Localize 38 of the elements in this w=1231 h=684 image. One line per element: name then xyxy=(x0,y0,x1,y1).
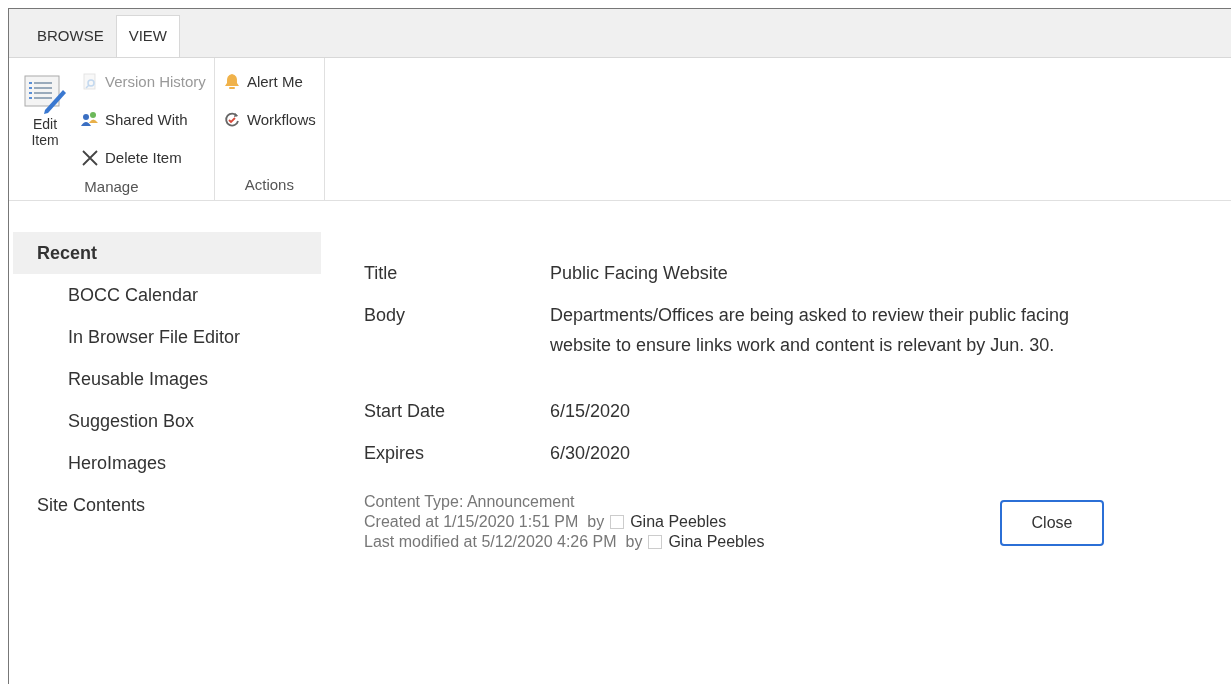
ribbon-button[interactable]: Workflows xyxy=(220,102,318,138)
group-label: Actions xyxy=(243,174,295,195)
field-label: Body xyxy=(364,304,407,327)
ribbon-tab[interactable]: BROWSE xyxy=(25,15,116,57)
nav-link[interactable]: Reusable Images xyxy=(13,358,321,400)
nav-link[interactable]: In Browser File Editor xyxy=(13,316,321,358)
nav-link[interactable]: Suggestion Box xyxy=(13,400,321,442)
ribbon-button[interactable]: Delete Item xyxy=(79,140,208,176)
group-label: Manage xyxy=(83,177,140,197)
field-value: Departments/Offices are being asked to review their public facing website to ensure links work and content is relevant by Jun. 30. xyxy=(550,304,1070,357)
document-search-icon xyxy=(81,73,99,91)
content-type-text: Content Type: Announcement xyxy=(364,492,576,512)
timestamp-text: Created at 1/15/2020 1:51 PM by xyxy=(364,512,605,532)
x-icon xyxy=(81,149,99,167)
nav-link[interactable]: Site Contents xyxy=(13,484,321,526)
nav-link[interactable]: HeroImages xyxy=(13,442,321,484)
nav-link[interactable]: Recent xyxy=(13,232,321,274)
user-link[interactable]: Gina Peebles xyxy=(668,532,765,552)
timestamp-text: Last modified at 5/12/2020 4:26 PM by xyxy=(364,532,643,552)
user-presence-icon xyxy=(610,515,625,529)
bell-icon xyxy=(222,73,241,91)
people-icon xyxy=(81,111,99,129)
field-label: Expires xyxy=(364,442,426,465)
close-button[interactable]: Close xyxy=(1000,500,1104,546)
nav-link[interactable]: BOCC Calendar xyxy=(13,274,321,316)
workflow-icon xyxy=(222,111,241,129)
ribbon-button[interactable]: Shared With xyxy=(79,102,208,138)
field-label: Title xyxy=(364,262,399,285)
field-value: 6/30/2020 xyxy=(550,442,632,465)
user-presence-icon xyxy=(648,535,663,549)
field-value: Public Facing Website xyxy=(550,262,729,285)
edit-document-icon xyxy=(23,72,67,116)
ribbon-tab[interactable]: VIEW xyxy=(115,15,181,57)
user-link[interactable]: Gina Peebles xyxy=(630,512,727,532)
field-value: 6/15/2020 xyxy=(550,400,632,423)
field-label: Start Date xyxy=(364,400,447,423)
edit-item-button[interactable]: Edit Item xyxy=(15,64,75,176)
ribbon-button[interactable]: Alert Me xyxy=(220,64,318,100)
